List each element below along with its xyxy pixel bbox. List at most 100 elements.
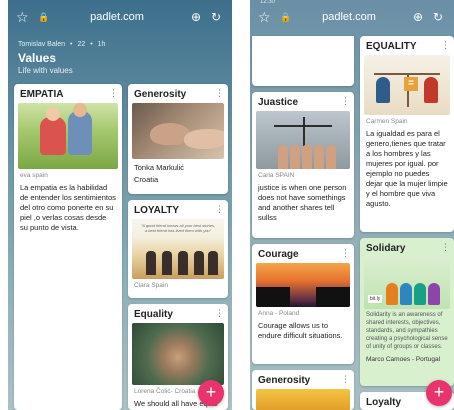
post-image[interactable]: bit.ly [364,257,450,309]
refresh-icon[interactable]: ↻ [430,10,446,24]
more-options-icon[interactable]: ⋮ [341,248,350,259]
image-figure [376,77,390,103]
padlet-phone-left: ☆ 🔒 padlet.com ⊕ ↻ Tomislav Balen • 22 •… [8,0,232,410]
image-figure [184,129,224,149]
post-author: eva spain [20,172,48,179]
page-subtitle: Life with values [18,66,73,75]
post-card-generosity-right[interactable]: Generosity ⋮ [252,370,354,410]
post-body: Solidarity is an awareness of shared int… [366,312,448,350]
padlet-post-count: 22 [77,41,86,48]
post-title: EQUALITY [366,41,417,52]
post-author: Carmen Spain [366,118,408,125]
post-card-courage[interactable]: Courage ⋮ Anna - Poland Courage allows u… [252,244,354,364]
image-figure [386,283,398,305]
image-figure [208,251,218,275]
image-figure [274,125,332,127]
lock-icon: 🔒 [280,11,292,22]
image-figure [68,111,92,155]
post-title: Solidary [366,243,406,254]
image-figure [424,77,438,103]
post-title: LOYALTY [134,205,180,216]
image-figure [316,287,350,307]
post-title: Generosity [258,375,311,386]
separator-icon: • [90,41,93,48]
page-title: Values [18,51,57,65]
more-options-icon[interactable]: ⋮ [109,88,118,99]
star-icon[interactable]: ☆ [258,9,274,26]
image-figure [162,251,172,275]
image-figure [40,117,66,155]
url-text[interactable]: padlet.com [292,11,406,23]
post-card-generosity[interactable]: Generosity ⋮ Tonka Markulić Croatia [128,84,228,194]
refresh-icon[interactable]: ↻ [208,10,224,24]
download-icon[interactable]: ⊕ [410,10,426,24]
post-image[interactable] [256,111,350,169]
more-options-icon[interactable]: ⋮ [215,88,224,99]
post-body: justice is when one person does not have… [258,183,347,222]
post-title: Juastice [258,97,299,108]
browser-toolbar: ☆ 🔒 padlet.com ⊕ ↻ [250,4,454,30]
image-quote: "A good friend knows all your best stori… [140,223,216,233]
more-options-icon[interactable]: ⋮ [341,96,350,107]
url-text[interactable]: padlet.com [50,11,184,23]
padlet-author: Tomislav Balen [18,41,66,48]
post-image[interactable] [256,389,350,410]
post-body: Courage allows us to endure difficult si… [258,321,343,340]
post-image[interactable]: = [364,55,450,115]
image-figure [314,145,324,169]
equals-sign: = [404,77,418,91]
star-icon[interactable]: ☆ [16,9,32,26]
more-options-icon[interactable]: ⋮ [441,40,450,51]
post-body: La empatia es la habilidad de entender l… [20,183,116,232]
image-figure [428,283,440,305]
image-figure [146,251,156,275]
more-options-icon[interactable]: ⋮ [341,374,350,385]
image-figure [400,283,412,305]
post-body: Croatia [134,175,159,184]
image-figure [414,283,426,305]
image-figure [290,145,300,169]
post-card-equality-es[interactable]: EQUALITY ⋮ = Carmen Spain La igualdad es… [360,36,454,232]
image-figure [73,103,87,117]
download-icon[interactable]: ⊕ [188,10,204,24]
more-options-icon[interactable]: ⋮ [441,242,450,253]
image-figure [326,145,336,169]
image-figure [303,117,305,147]
image-figure [256,287,290,307]
post-image[interactable] [18,103,118,169]
post-author: Tonka Markulić [134,163,185,172]
more-options-icon[interactable]: ⋮ [215,204,224,215]
post-author: Marco Camoes - Portugal [366,356,441,363]
image-figure [194,251,204,275]
image-figure [278,145,288,169]
image-figure [302,145,312,169]
post-title: Courage [258,249,299,260]
post-card-partial[interactable] [252,36,354,86]
image-figure [46,107,60,121]
padlet-phone-right: 12:30 ☆ 🔒 padlet.com ⊕ ↻ EQUALITY ⋮ = Ca… [250,0,454,410]
post-image[interactable] [132,323,224,385]
post-card-solidary[interactable]: Solidary ⋮ bit.ly Solidarity is an aware… [360,238,454,386]
post-card-loyalty[interactable]: LOYALTY ⋮ "A good friend knows all your … [128,200,228,298]
separator-icon: • [70,41,73,48]
post-title: Generosity [134,89,187,100]
post-card-justice[interactable]: Juastice ⋮ Carla SPAIN justice is when o… [252,92,354,238]
post-image[interactable] [256,263,350,307]
post-image[interactable]: "A good friend knows all your best stori… [132,219,224,279]
post-author: Carla SPAIN [258,172,295,179]
lock-icon: 🔒 [38,11,50,22]
add-post-button[interactable]: + [198,380,224,406]
image-label: bit.ly [368,295,383,303]
padlet-meta: Tomislav Balen • 22 • 1h [18,41,105,48]
padlet-age: 1h [97,41,106,48]
more-options-icon[interactable]: ⋮ [215,308,224,319]
post-title: EMPATIA [20,89,64,100]
post-image[interactable] [132,103,224,159]
post-title: Equality [134,309,173,320]
post-card-empatia[interactable]: EMPATIA ⋮ eva spain La empatia es la hab… [14,84,122,410]
image-figure [178,251,188,275]
post-author: Anna - Poland [258,310,300,317]
browser-toolbar: ☆ 🔒 padlet.com ⊕ ↻ [8,0,232,34]
add-post-button[interactable]: + [426,380,452,406]
post-body: La igualdad es para el genero,tienes que… [366,129,448,208]
